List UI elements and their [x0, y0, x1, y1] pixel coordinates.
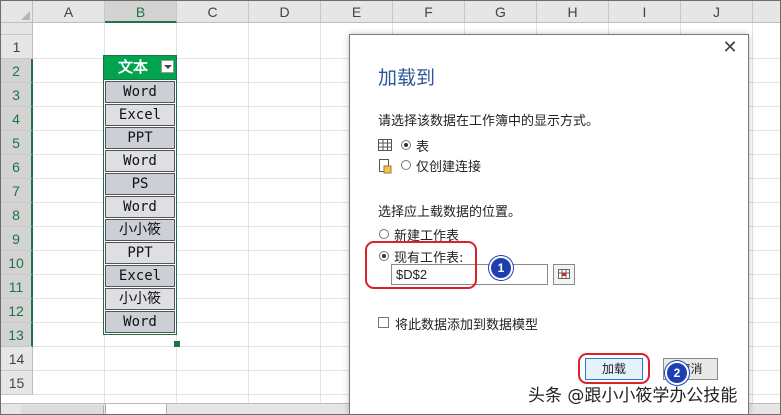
table-cell[interactable]: 小小筱: [105, 219, 175, 241]
connection-icon: [379, 159, 392, 174]
close-icon[interactable]: ✕: [721, 39, 739, 57]
table-cell[interactable]: 小小筱: [105, 288, 175, 310]
radio-new-sheet[interactable]: [379, 229, 389, 239]
table-cell[interactable]: PS: [105, 173, 175, 195]
add-to-model-label: 将此数据添加到数据模型: [395, 318, 539, 333]
column-header-c[interactable]: C: [177, 1, 249, 23]
row-header-10[interactable]: 10: [1, 251, 33, 275]
column-header-f[interactable]: F: [393, 1, 465, 23]
column-header-j[interactable]: J: [681, 1, 753, 23]
table-header-label: 文本: [117, 58, 148, 76]
add-to-model-checkbox[interactable]: [378, 317, 389, 328]
row-header-14[interactable]: 14: [1, 347, 33, 371]
column-header-h[interactable]: H: [537, 1, 609, 23]
table-icon: [378, 139, 392, 151]
row-header-5[interactable]: 5: [1, 131, 33, 155]
highlight-load-button: [578, 353, 650, 384]
filter-dropdown-icon[interactable]: [161, 60, 174, 73]
row-header-4[interactable]: 4: [1, 107, 33, 131]
row-header-3[interactable]: 3: [1, 83, 33, 107]
row-header-12[interactable]: 12: [1, 299, 33, 323]
table-cell[interactable]: PPT: [105, 242, 175, 264]
location-prompt: 选择应上载数据的位置。: [378, 205, 522, 220]
row-header-6[interactable]: 6: [1, 155, 33, 179]
row-header-7[interactable]: 7: [1, 179, 33, 203]
row-header-2[interactable]: 2: [1, 59, 33, 83]
fill-handle[interactable]: [173, 340, 181, 348]
highlight-existing-sheet: [365, 241, 477, 289]
sheet-tab[interactable]: [21, 405, 104, 414]
row-header-11[interactable]: 11: [1, 275, 33, 299]
table-cell[interactable]: Word: [105, 311, 175, 333]
watermark: 头条 @跟小小筱学办公技能: [528, 386, 738, 406]
row-header-1[interactable]: 1: [1, 35, 33, 59]
dialog-title: 加载到: [378, 67, 436, 89]
table-cell[interactable]: Word: [105, 196, 175, 218]
radio-table[interactable]: [401, 140, 411, 150]
table-cell[interactable]: PPT: [105, 127, 175, 149]
column-header-a[interactable]: A: [33, 1, 105, 23]
table-header-cell[interactable]: 文本: [104, 56, 176, 80]
row-header-15[interactable]: 15: [1, 371, 33, 395]
range-select-icon: [558, 269, 570, 279]
range-select-button[interactable]: [553, 264, 575, 285]
excel-window: A B C D E F G H I J 1 2 3 4 5 6 7 8 9 10…: [0, 0, 781, 415]
column-header-i[interactable]: I: [609, 1, 681, 23]
radio-connection-only[interactable]: [401, 160, 411, 170]
column-header-g[interactable]: G: [465, 1, 537, 23]
row-header-8[interactable]: 8: [1, 203, 33, 227]
table-cell[interactable]: Word: [105, 81, 175, 103]
column-header-filler: [753, 1, 780, 23]
column-header-b[interactable]: B: [105, 1, 177, 23]
row-header-13[interactable]: 13: [1, 323, 33, 347]
step-1-badge: 1: [489, 256, 513, 280]
select-all-corner[interactable]: [1, 1, 33, 23]
sheet-tab-active[interactable]: [105, 404, 167, 414]
table-cell[interactable]: Excel: [105, 265, 175, 287]
row-header-gap: [1, 23, 33, 35]
table-cell[interactable]: Excel: [105, 104, 175, 126]
column-header-d[interactable]: D: [249, 1, 321, 23]
view-prompt: 请选择该数据在工作簿中的显示方式。: [378, 114, 600, 129]
column-header-e[interactable]: E: [321, 1, 393, 23]
table-cell[interactable]: Word: [105, 150, 175, 172]
row-header-9[interactable]: 9: [1, 227, 33, 251]
data-table: 文本 Word Excel PPT Word PS Word 小小筱 PPT E…: [103, 55, 177, 335]
option-table-label: 表: [416, 140, 430, 155]
option-connection-only-label: 仅创建连接: [416, 160, 482, 175]
